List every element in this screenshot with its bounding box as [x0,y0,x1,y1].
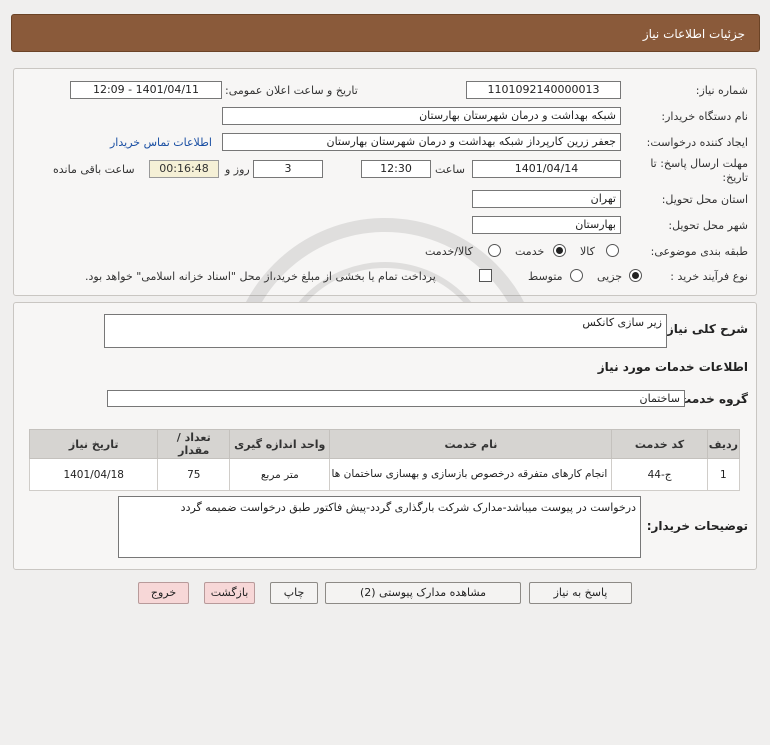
process-label: نوع فرآیند خرید : [670,270,748,283]
back-button[interactable]: بازگشت [204,582,255,604]
deadline-time-label: ساعت [435,163,465,176]
remaining-timer: 00:16:48 [149,160,219,178]
days-field: 3 [253,160,323,178]
table-header-row: ردیف کد خدمت نام خدمت واحد اندازه گیری ت… [28,429,741,459]
province-label: استان محل تحویل: [661,193,748,206]
days-label: روز و [225,163,250,176]
view-attachments-button[interactable]: مشاهده مدارک پیوستی (2) [325,582,521,604]
col-unit: واحد اندازه گیری [229,429,331,459]
category-radio-service[interactable] [553,244,566,257]
deadline-time-field: 12:30 [361,160,431,178]
col-service-code: کد خدمت [611,429,708,459]
buyer-org-label: نام دستگاه خریدار: [661,110,748,123]
exit-button[interactable]: خروج [138,582,189,604]
table-row: 1 ج-44 انجام کارهای متفرقه درخصوص بازساز… [28,458,741,491]
cell-row-number: 1 [706,458,741,491]
province-field: تهران [472,190,621,208]
buyer-notes-label: توضیحات خریدار: [646,519,748,533]
city-field: بهارستان [472,216,621,234]
deadline-label-line1: مهلت ارسال پاسخ: تا [650,157,748,170]
process-radio-minor[interactable] [629,269,642,282]
cell-quantity: 75 [157,458,231,491]
process-option-medium: متوسط [528,270,563,283]
treasury-payment-note: پرداخت تمام یا بخشی از مبلغ خرید،از محل … [85,270,436,283]
remaining-label: ساعت باقی مانده [53,163,135,176]
service-group-label: گروه خدمت: [674,392,748,406]
col-service-name: نام خدمت [329,429,613,459]
buyer-org-field: شبکه بهداشت و درمان شهرستان بهارستان [222,107,621,125]
process-radio-medium[interactable] [570,269,583,282]
deadline-date-field: 1401/04/14 [472,160,621,178]
need-description-label: شرح کلی نیاز: [662,322,748,336]
category-radio-goods[interactable] [606,244,619,257]
category-option-goods-service: کالا/خدمت [425,245,473,258]
cell-service-code: ج-44 [611,458,708,491]
deadline-label-line2: تاریخ: [722,171,748,184]
cell-service-name: انجام کارهای متفرقه درخصوص بازسازی و بهس… [329,458,613,491]
col-quantity: تعداد / مقدار [157,429,231,459]
category-option-goods: کالا [580,245,595,258]
need-number-field: 1101092140000013 [466,81,621,99]
services-table: ردیف کد خدمت نام خدمت واحد اندازه گیری ت… [28,429,741,491]
creator-field: جعفر زرین کارپرداز شبکه بهداشت و درمان ش… [222,133,621,151]
announce-date-field: 1401/04/11 - 12:09 [70,81,222,99]
process-option-minor: جزیی [597,270,623,283]
services-heading: اطلاعات خدمات مورد نیاز [597,360,748,374]
category-option-service: خدمت [515,245,545,258]
announce-date-label: تاریخ و ساعت اعلان عمومی: [225,84,358,97]
creator-label: ایجاد کننده درخواست: [646,136,748,149]
need-info-panel [13,68,757,296]
buyer-notes-field: درخواست در پیوست میباشد-مدارک شرکت بارگذ… [118,496,641,558]
need-description-field: زیر سازی کانکس [104,314,667,348]
category-radio-goods-service[interactable] [488,244,501,257]
page-title: جزئیات اطلاعات نیاز [642,27,745,41]
print-button[interactable]: چاپ [270,582,318,604]
col-row-number: ردیف [706,429,741,459]
city-label: شهر محل تحویل: [668,219,748,232]
col-need-date: تاریخ نیاز [28,429,159,459]
reply-button[interactable]: پاسخ به نیاز [529,582,632,604]
buyer-contact-link[interactable]: اطلاعات تماس خریدار [110,136,212,149]
cell-unit: متر مربع [229,458,331,491]
page-header: جزئیات اطلاعات نیاز [11,14,760,52]
cell-need-date: 1401/04/18 [28,458,159,491]
need-number-label: شماره نیاز: [695,84,748,97]
category-label: طبقه بندی موضوعی: [650,245,748,258]
treasury-payment-checkbox[interactable] [479,269,492,282]
service-group-field: ساختمان [107,390,685,407]
